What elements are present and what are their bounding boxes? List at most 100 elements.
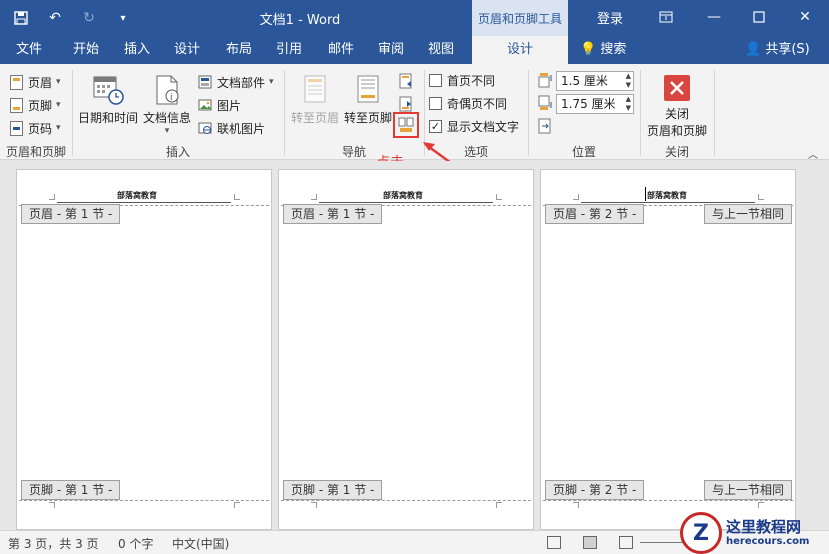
close-x-icon — [663, 74, 691, 102]
share-button[interactable]: 👤 共享(S) — [745, 36, 810, 64]
quick-parts-icon — [197, 74, 213, 90]
header-underline — [319, 202, 493, 203]
tab-design[interactable]: 设计 — [164, 36, 210, 64]
person-icon: 👤 — [745, 42, 762, 57]
footer-button[interactable]: 页脚 ▾ — [8, 95, 61, 115]
margin-corner — [49, 502, 55, 508]
footer-section-tag: 页脚 - 第 1 节 - — [283, 480, 383, 500]
page-number-label: 页码 — [28, 121, 53, 136]
goto-header-button[interactable]: 转至页眉 — [289, 74, 341, 126]
first-page-different-checkbox[interactable]: 首页不同 — [429, 71, 495, 89]
calendar-clock-icon — [92, 74, 124, 106]
tell-me-search[interactable]: 💡 搜索 — [580, 36, 626, 64]
word-count[interactable]: 0 个字 — [118, 535, 153, 552]
login-link[interactable]: 登录 — [597, 8, 623, 27]
tab-review[interactable]: 审阅 — [368, 36, 414, 64]
footer-label: 页脚 — [28, 98, 53, 113]
close-label-line2: 页眉和页脚 — [646, 124, 707, 138]
pictures-button[interactable]: 图片 — [197, 95, 241, 115]
page: 部落窝教育 页眉 - 第 1 节 - 页脚 - 第 1 节 - — [16, 169, 272, 530]
goto-header-icon — [299, 74, 331, 106]
footer-boundary — [19, 500, 269, 501]
first-page-different-label: 首页不同 — [447, 73, 496, 88]
language[interactable]: 中文(中国) — [172, 535, 229, 552]
tab-file[interactable]: 文件 — [6, 36, 52, 64]
show-document-text-checkbox[interactable]: ✓ 显示文档文字 — [429, 117, 519, 135]
margin-corner — [234, 194, 240, 200]
spinner-arrows-icon[interactable]: ▲ ▼ — [626, 72, 631, 90]
maximize-icon[interactable] — [745, 4, 773, 30]
docinfo-button[interactable]: i 文档信息 ▾ — [142, 74, 192, 136]
chevron-down-icon: ▾ — [56, 77, 61, 87]
quick-parts-button[interactable]: 文档部件 ▾ — [197, 72, 274, 92]
datetime-button[interactable]: 日期和时间 — [77, 74, 139, 126]
watermark-name: 这里教程网 — [726, 518, 802, 537]
spinner-arrows-icon[interactable]: ▲ ▼ — [626, 95, 631, 113]
header-label: 页眉 — [28, 75, 53, 90]
print-layout-icon[interactable] — [583, 536, 597, 549]
chevron-down-icon: ▾ — [56, 123, 61, 133]
document-area: 部落窝教育 页眉 - 第 1 节 - 页脚 - 第 1 节 - 部落窝教育 页眉… — [0, 161, 829, 530]
header-section-tag: 页眉 - 第 1 节 - — [283, 204, 383, 224]
next-section-icon[interactable] — [397, 95, 415, 113]
tab-insert[interactable]: 插入 — [114, 36, 160, 64]
margin-corner — [234, 502, 240, 508]
tab-mailings[interactable]: 邮件 — [318, 36, 364, 64]
group-label-position: 位置 — [571, 145, 596, 159]
tab-view[interactable]: 视图 — [418, 36, 464, 64]
close-icon[interactable]: ✕ — [791, 4, 819, 30]
header-text[interactable]: 部落窝教育 — [647, 190, 687, 201]
insert-alignment-tab-icon[interactable] — [537, 118, 553, 134]
page: 部落窝教育 页眉 - 第 2 节 - 与上一节相同 页脚 - 第 2 节 - 与… — [540, 169, 796, 530]
goto-footer-label: 转至页脚 — [343, 111, 392, 125]
close-header-footer-button[interactable]: 关闭 页眉和页脚 — [644, 74, 710, 139]
goto-footer-icon — [352, 74, 384, 106]
online-pictures-button[interactable]: 联机图片 — [197, 118, 265, 138]
footer-from-bottom-icon — [537, 95, 553, 114]
tab-layout[interactable]: 布局 — [216, 36, 262, 64]
same-as-previous-tag: 与上一节相同 — [703, 204, 792, 224]
read-mode-icon[interactable] — [547, 536, 561, 549]
tell-me-label: 搜索 — [600, 42, 627, 57]
header-button[interactable]: 页眉 ▾ — [8, 72, 61, 92]
footer-position-spinner[interactable]: 1.75 厘米 ▲ ▼ — [537, 94, 634, 114]
watermark-url: herecours.com — [726, 535, 810, 547]
online-picture-icon — [197, 120, 213, 136]
watermark: Z 这里教程网 herecours.com — [680, 512, 829, 554]
chevron-down-icon: ▾ — [164, 126, 170, 136]
page-count[interactable]: 第 3 页，共 3 页 — [8, 535, 99, 552]
minimize-icon[interactable]: — — [700, 4, 728, 30]
tab-home[interactable]: 开始 — [60, 36, 112, 64]
header-icon — [8, 74, 24, 90]
header-text[interactable]: 部落窝教育 — [117, 190, 157, 201]
margin-corner — [758, 194, 764, 200]
datetime-label: 日期和时间 — [77, 111, 138, 125]
goto-footer-button[interactable]: 转至页脚 — [343, 74, 393, 126]
previous-section-icon[interactable] — [397, 72, 415, 90]
footer-from-bottom-input[interactable]: 1.75 厘米 ▲ ▼ — [556, 94, 634, 114]
margin-corner — [496, 502, 502, 508]
group-label-insert: 插入 — [165, 145, 190, 159]
tab-references[interactable]: 引用 — [266, 36, 312, 64]
checkmark-icon: ✓ — [429, 119, 442, 133]
footer-boundary — [543, 500, 793, 501]
page-number-button[interactable]: 页码 ▾ — [8, 118, 61, 138]
header-position-spinner[interactable]: 1.5 厘米 ▲ ▼ — [537, 71, 634, 91]
header-text[interactable]: 部落窝教育 — [383, 190, 423, 201]
group-divider — [714, 70, 715, 156]
pictures-label: 图片 — [217, 98, 242, 113]
margin-corner — [311, 502, 317, 508]
footer-icon — [8, 97, 24, 113]
header-section-tag: 页眉 - 第 2 节 - — [545, 204, 645, 224]
ribbon-display-icon[interactable] — [652, 4, 680, 30]
tab-hf-design[interactable]: 设计 — [472, 36, 568, 64]
title-bar: ↶ ↻ ▾ 文档1 - Word 页眉和页脚工具 登录 — ✕ — [0, 0, 829, 36]
collapse-ribbon-icon[interactable]: ︿ — [808, 146, 818, 161]
header-section-tag: 页眉 - 第 1 节 - — [21, 204, 121, 224]
header-from-top-input[interactable]: 1.5 厘米 ▲ ▼ — [556, 71, 634, 91]
checkbox-box — [429, 96, 442, 110]
svg-text:i: i — [170, 93, 173, 103]
web-layout-icon[interactable] — [619, 536, 633, 549]
footer-section-tag: 页脚 - 第 1 节 - — [21, 480, 121, 500]
odd-even-different-checkbox[interactable]: 奇偶页不同 — [429, 94, 507, 112]
